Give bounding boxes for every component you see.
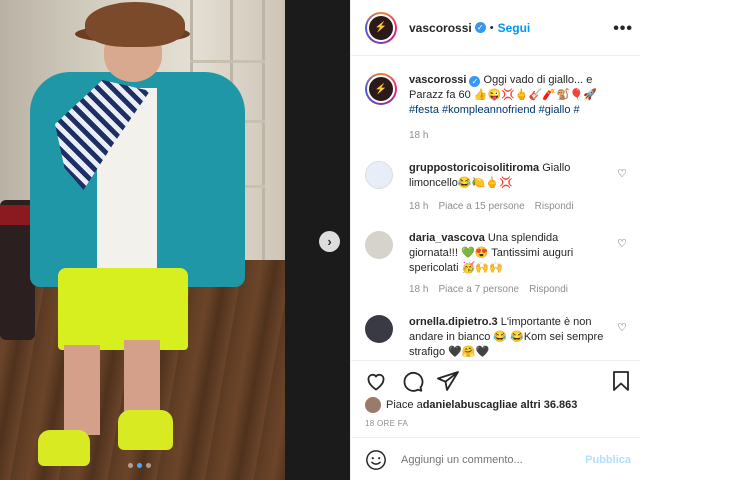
comment-meta: 18 h Piace a 15 persone Rispondi bbox=[409, 201, 574, 212]
comment-text: daria_vascova Una splendida giornata!!! … bbox=[409, 231, 609, 276]
follow-button[interactable]: Segui bbox=[498, 21, 531, 35]
caption-text: vascorossi ✓ Oggi vado di giallo... e Par… bbox=[409, 73, 624, 118]
comment-username[interactable]: gruppostoricoisolitiroma bbox=[409, 162, 539, 174]
likes-user[interactable]: danielabuscaglia bbox=[423, 399, 512, 411]
verified-icon: ✓ bbox=[474, 22, 486, 33]
comment-likes[interactable]: Piace a 15 persone bbox=[438, 201, 524, 212]
avatar[interactable] bbox=[365, 161, 393, 189]
photo-person bbox=[0, 0, 350, 480]
heart-icon[interactable] bbox=[364, 369, 388, 393]
heart-icon[interactable]: ♡ bbox=[617, 167, 627, 180]
add-comment-bar: Pubblica bbox=[351, 437, 641, 480]
avatar[interactable]: ⚡ bbox=[365, 73, 397, 105]
comment-icon[interactable] bbox=[400, 369, 424, 393]
person-leg bbox=[64, 345, 100, 435]
modal-outside-area bbox=[640, 0, 740, 480]
post-sidebar: ⚡ vascorossi ✓ • Segui ••• ⚡ vascorossi ✓… bbox=[350, 0, 641, 480]
chevron-right-icon[interactable]: › bbox=[319, 231, 340, 252]
comment-meta: 18 h Piace a 7 persone Rispondi bbox=[409, 284, 568, 295]
verified-icon: ✓ bbox=[469, 76, 481, 87]
avatar bbox=[365, 397, 381, 413]
avatar-image: ⚡ bbox=[367, 13, 395, 42]
comment-time[interactable]: 18 h bbox=[409, 284, 428, 295]
comment-username[interactable]: ornella.dipietro.3 bbox=[409, 316, 498, 328]
caption: ⚡ vascorossi ✓ Oggi vado di giallo... e P… bbox=[365, 73, 635, 148]
heart-icon[interactable]: ♡ bbox=[617, 321, 627, 334]
comment-item: gruppostoricoisolitiroma Giallo limoncel… bbox=[365, 161, 635, 221]
post-actions: Piace a danielabuscaglia e altri 36.863 … bbox=[351, 360, 641, 480]
comment-text: ornella.dipietro.3 L'importante è non an… bbox=[409, 315, 609, 360]
likes-count[interactable]: e altri 36.863 bbox=[511, 399, 577, 411]
comment-input[interactable] bbox=[401, 453, 581, 466]
comment-likes[interactable]: Piace a 7 persone bbox=[438, 284, 519, 295]
person-hat bbox=[85, 2, 185, 47]
reply-button[interactable]: Rispondi bbox=[535, 201, 574, 212]
carousel-dots bbox=[128, 463, 151, 468]
share-icon[interactable] bbox=[436, 369, 460, 393]
publish-button[interactable]: Pubblica bbox=[585, 454, 631, 466]
comments-list[interactable]: ⚡ vascorossi ✓ Oggi vado di giallo... e P… bbox=[351, 57, 641, 360]
header-separator: • bbox=[489, 21, 494, 34]
person-shorts bbox=[58, 268, 188, 350]
comment-text: gruppostoricoisolitiroma Giallo limoncel… bbox=[409, 161, 609, 191]
comment-time[interactable]: 18 h bbox=[409, 201, 428, 212]
comment-item: ornella.dipietro.3 L'importante è non an… bbox=[365, 315, 635, 360]
person-shoe bbox=[118, 410, 173, 450]
carousel-dot bbox=[128, 463, 133, 468]
post-header: ⚡ vascorossi ✓ • Segui ••• bbox=[351, 0, 641, 56]
likes-summary[interactable]: Piace a danielabuscaglia e altri 36.863 bbox=[365, 397, 577, 413]
carousel-dot-active bbox=[137, 463, 142, 468]
avatar[interactable] bbox=[365, 315, 393, 343]
likes-prefix: Piace a bbox=[386, 399, 423, 411]
comment-item: daria_vascova Una splendida giornata!!! … bbox=[365, 231, 635, 301]
emoji-icon[interactable] bbox=[365, 449, 387, 471]
avatar-image: ⚡ bbox=[367, 75, 395, 103]
caption-meta: 18 h bbox=[409, 130, 428, 141]
avatar[interactable]: ⚡ bbox=[365, 11, 397, 44]
caption-time[interactable]: 18 h bbox=[409, 130, 428, 141]
post-timeago[interactable]: 18 ORE FA bbox=[365, 419, 408, 428]
more-icon[interactable]: ••• bbox=[613, 20, 633, 38]
post-photo[interactable]: › bbox=[0, 0, 350, 480]
caption-hashtags[interactable]: #festa #kompleannofriend #giallo # bbox=[409, 104, 580, 116]
avatar[interactable] bbox=[365, 231, 393, 259]
reply-button[interactable]: Rispondi bbox=[529, 284, 568, 295]
comment-username[interactable]: daria_vascova bbox=[409, 232, 485, 244]
header-username[interactable]: vascorossi bbox=[409, 21, 472, 35]
instagram-post-modal: › ⚡ vascorossi ✓ • Segui ••• ⚡ vascoross… bbox=[0, 0, 740, 480]
bookmark-icon[interactable] bbox=[609, 369, 633, 393]
carousel-dot bbox=[146, 463, 151, 468]
caption-username[interactable]: vascorossi bbox=[409, 74, 466, 86]
person-shoe bbox=[38, 430, 90, 466]
heart-icon[interactable]: ♡ bbox=[617, 237, 627, 250]
